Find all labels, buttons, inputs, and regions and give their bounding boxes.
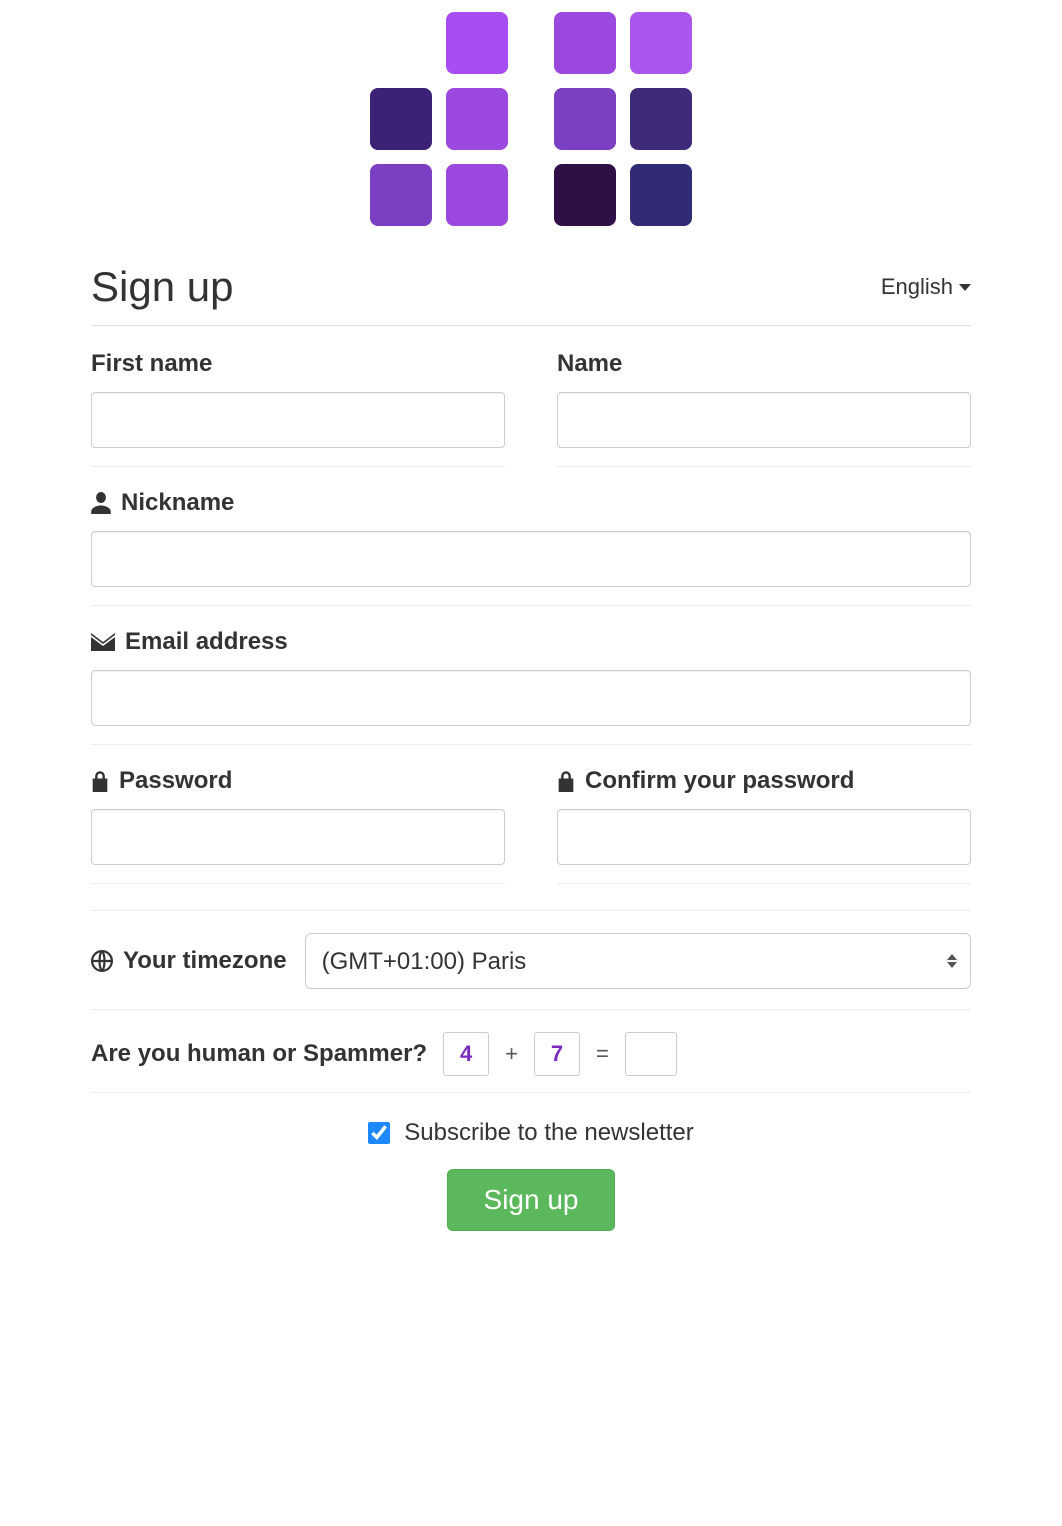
logo-cell (554, 88, 616, 150)
captcha-answer-input[interactable] (625, 1032, 677, 1076)
timezone-label: Your timezone (123, 947, 287, 975)
divider (91, 910, 971, 911)
timezone-select[interactable]: (GMT+01:00) Paris (305, 933, 971, 989)
logo-cell (446, 88, 508, 150)
logo-cell (630, 164, 692, 226)
password-input[interactable] (91, 809, 505, 865)
first-name-label: First name (91, 350, 505, 378)
user-icon (91, 492, 111, 514)
captcha-question: Are you human or Spammer? (91, 1040, 427, 1068)
lock-icon (91, 770, 109, 792)
language-label: English (881, 274, 953, 300)
captcha-equals: = (596, 1041, 609, 1067)
captcha-num-a: 4 (443, 1032, 489, 1076)
email-label: Email address (125, 628, 288, 656)
caret-down-icon (959, 284, 971, 291)
name-label: Name (557, 350, 971, 378)
first-name-input[interactable] (91, 392, 505, 448)
logo-cell (370, 88, 432, 150)
logo-cell (630, 12, 692, 74)
page-title: Sign up (91, 263, 233, 311)
logo (91, 0, 971, 263)
confirm-password-input[interactable] (557, 809, 971, 865)
envelope-icon (91, 633, 115, 651)
email-input[interactable] (91, 670, 971, 726)
signup-button[interactable]: Sign up (447, 1169, 616, 1231)
language-switcher[interactable]: English (881, 274, 971, 300)
logo-cell (554, 12, 616, 74)
logo-cell (554, 164, 616, 226)
captcha-num-b: 7 (534, 1032, 580, 1076)
logo-cell (370, 164, 432, 226)
nickname-label: Nickname (121, 489, 234, 517)
nickname-input[interactable] (91, 531, 971, 587)
globe-icon (91, 950, 113, 972)
newsletter-checkbox[interactable] (368, 1122, 390, 1144)
name-input[interactable] (557, 392, 971, 448)
logo-cell (630, 88, 692, 150)
logo-cell (446, 164, 508, 226)
logo-cell (446, 12, 508, 74)
newsletter-label: Subscribe to the newsletter (404, 1119, 694, 1147)
lock-icon (557, 770, 575, 792)
password-label: Password (119, 767, 232, 795)
confirm-password-label: Confirm your password (585, 767, 854, 795)
captcha-plus: + (505, 1041, 518, 1067)
